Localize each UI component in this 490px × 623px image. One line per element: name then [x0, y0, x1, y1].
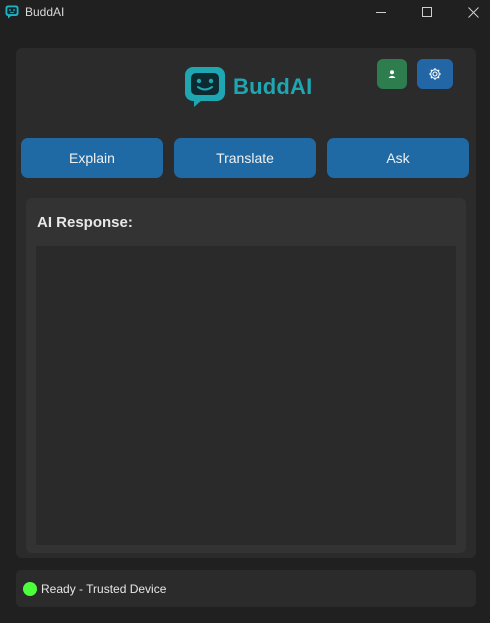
- profile-button[interactable]: [377, 59, 407, 89]
- logo-text: BuddAI: [233, 74, 313, 99]
- settings-button[interactable]: [417, 59, 453, 89]
- person-icon: [388, 70, 396, 78]
- explain-button[interactable]: Explain: [21, 138, 163, 178]
- close-icon: [467, 6, 479, 18]
- chat-bot-logo-icon: [185, 67, 225, 107]
- response-text-area[interactable]: [36, 246, 456, 545]
- title-bar[interactable]: BuddAI: [0, 0, 490, 24]
- maximize-button[interactable]: [404, 0, 450, 24]
- app-window: BuddAI BuddAI Explain Translate Ask AI R…: [0, 0, 490, 623]
- maximize-icon: [422, 7, 432, 17]
- status-text: Ready - Trusted Device: [41, 581, 167, 596]
- minimize-icon: [376, 12, 386, 13]
- main-panel: BuddAI Explain Translate Ask AI Response…: [16, 48, 476, 558]
- response-title: AI Response:: [37, 214, 133, 231]
- translate-button[interactable]: Translate: [174, 138, 316, 178]
- app-logo-icon: [5, 5, 19, 19]
- minimize-button[interactable]: [358, 0, 404, 24]
- response-card: AI Response:: [26, 198, 466, 553]
- app-logo: BuddAI: [184, 66, 312, 108]
- status-indicator-icon: [23, 581, 37, 596]
- window-title: BuddAI: [25, 5, 65, 19]
- ask-button[interactable]: Ask: [327, 138, 469, 178]
- close-button[interactable]: [450, 0, 490, 24]
- status-bar: Ready - Trusted Device: [16, 570, 476, 607]
- gear-icon: [429, 68, 441, 80]
